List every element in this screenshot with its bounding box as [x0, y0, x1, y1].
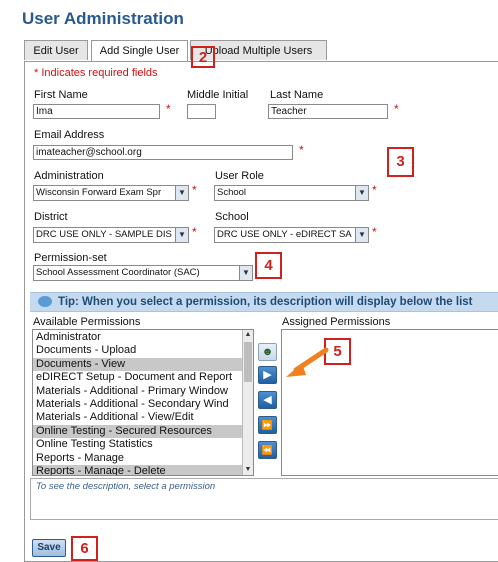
callout-2: 2: [191, 46, 215, 68]
list-item[interactable]: Documents - Upload: [33, 344, 253, 357]
required-star: *: [372, 225, 377, 239]
administration-select[interactable]: Wisconsin Forward Exam Spr ▼: [33, 185, 189, 201]
permission-set-select[interactable]: School Assessment Coordinator (SAC) ▼: [33, 265, 253, 281]
move-right-button[interactable]: ▶: [258, 366, 277, 384]
first-name-input[interactable]: Ima: [33, 104, 160, 119]
user-role-value: School: [217, 187, 247, 198]
district-value: DRC USE ONLY - SAMPLE DIS: [36, 229, 172, 240]
move-all-right-button[interactable]: ⏩: [258, 416, 277, 434]
user-role-select[interactable]: School ▼: [214, 185, 369, 201]
list-item[interactable]: Materials - Additional - View/Edit: [33, 411, 253, 424]
list-item[interactable]: Online Testing - Secured Resources: [33, 424, 253, 439]
available-permissions-label: Available Permissions: [33, 316, 141, 328]
district-label: District: [34, 211, 68, 223]
list-item[interactable]: Documents - View: [33, 357, 253, 372]
chevron-down-icon[interactable]: ▼: [175, 186, 188, 200]
callout-3: 3: [387, 147, 414, 177]
user-role-label: User Role: [215, 170, 264, 182]
district-select[interactable]: DRC USE ONLY - SAMPLE DIS ▼: [33, 227, 189, 243]
first-name-label: First Name: [34, 89, 88, 101]
tab-edit-user[interactable]: Edit User: [24, 40, 88, 60]
list-item[interactable]: Administrator: [33, 331, 253, 344]
required-fields-note: * Indicates required fields: [34, 67, 158, 79]
scroll-up-icon[interactable]: ▲: [243, 330, 253, 340]
move-left-button[interactable]: ◀: [258, 391, 277, 409]
callout-6: 6: [71, 536, 98, 561]
required-star: *: [166, 102, 171, 116]
description-hint: To see the description, select a permiss…: [36, 481, 216, 492]
save-button[interactable]: Save: [32, 539, 66, 557]
permission-set-label: Permission-set: [34, 252, 107, 264]
permission-set-value: School Assessment Coordinator (SAC): [36, 267, 200, 278]
assigned-permissions-label: Assigned Permissions: [282, 316, 391, 328]
list-item[interactable]: Reports - Manage: [33, 452, 253, 465]
move-all-left-button[interactable]: ⏪: [258, 441, 277, 459]
required-star: *: [192, 225, 197, 239]
page-title: User Administration: [22, 9, 184, 28]
administration-value: Wisconsin Forward Exam Spr: [36, 187, 162, 198]
middle-initial-input[interactable]: [187, 104, 216, 119]
chevron-down-icon[interactable]: ▼: [355, 186, 368, 200]
orange-arrow-icon: [286, 347, 329, 377]
middle-initial-label: Middle Initial: [187, 89, 249, 101]
required-star: *: [299, 143, 304, 157]
last-name-label: Last Name: [270, 89, 324, 101]
tip-bar: Tip: When you select a permission, its d…: [30, 292, 498, 312]
school-label: School: [215, 211, 249, 223]
tip-text: Tip: When you select a permission, its d…: [58, 296, 473, 308]
chevron-down-icon[interactable]: ▼: [175, 228, 188, 242]
permission-description-box: To see the description, select a permiss…: [30, 478, 498, 520]
list-item[interactable]: Materials - Additional - Primary Window: [33, 385, 253, 398]
required-star: *: [192, 183, 197, 197]
school-select[interactable]: DRC USE ONLY - eDIRECT SA ▼: [214, 227, 369, 243]
chevron-down-icon[interactable]: ▼: [355, 228, 368, 242]
speech-bubble-icon: [38, 296, 52, 307]
chevron-down-icon[interactable]: ▼: [239, 266, 252, 280]
required-star: *: [394, 102, 399, 116]
list-item[interactable]: eDIRECT Setup - Document and Report: [33, 371, 253, 384]
required-star: *: [372, 183, 377, 197]
list-item[interactable]: Materials - Additional - Secondary Wind: [33, 398, 253, 411]
list-item[interactable]: Online Testing Statistics: [33, 438, 253, 451]
last-name-input[interactable]: Teacher: [268, 104, 388, 119]
callout-4: 4: [255, 252, 282, 279]
school-value: DRC USE ONLY - eDIRECT SA: [217, 229, 352, 240]
list-scrollbar[interactable]: ▲ ▼: [242, 330, 253, 475]
available-permissions-list[interactable]: Administrator Documents - Upload Documents…: [32, 329, 254, 476]
scroll-down-icon[interactable]: ▼: [243, 465, 253, 475]
tab-add-single-user[interactable]: Add Single User: [91, 40, 188, 62]
list-item[interactable]: Reports - Manage - Delete: [33, 464, 253, 475]
administration-label: Administration: [34, 170, 104, 182]
scroll-thumb[interactable]: [244, 342, 252, 382]
email-label: Email Address: [34, 129, 105, 141]
add-users-icon[interactable]: ☻: [258, 343, 277, 361]
email-input[interactable]: imateacher@school.org: [33, 145, 293, 160]
